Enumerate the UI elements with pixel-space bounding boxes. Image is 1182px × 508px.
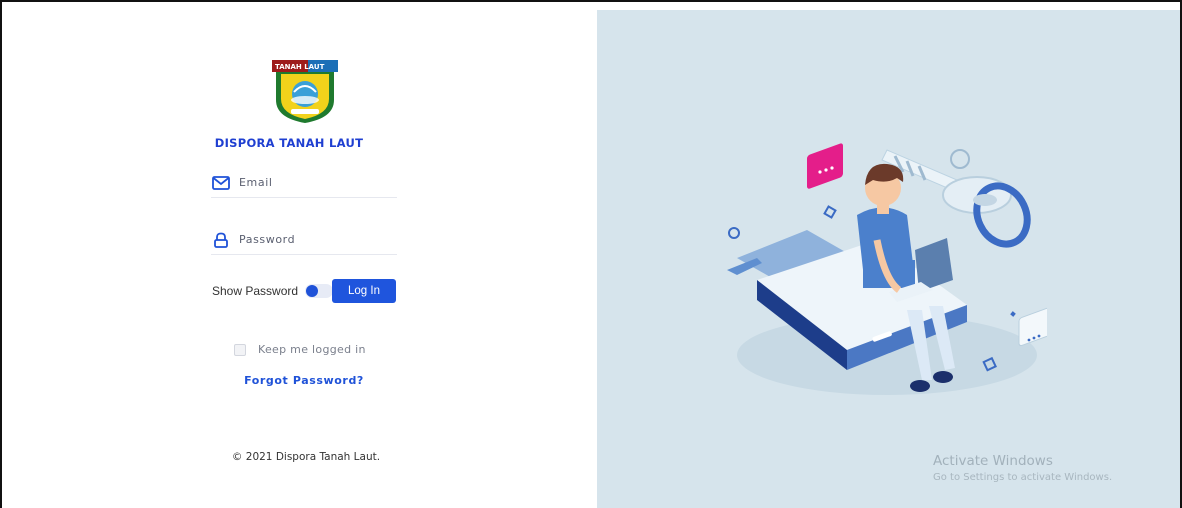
login-illustration [727, 143, 1047, 395]
illustration-panel: Activate Windows Go to Settings to activ… [597, 10, 1180, 508]
email-placeholder: Email [239, 176, 273, 189]
keep-logged-label: Keep me logged in [258, 343, 366, 356]
logo-emblem: TANAH LAUT [272, 60, 338, 123]
forgot-password-link[interactable]: Forgot Password? [201, 374, 407, 387]
login-button[interactable]: Log In [332, 279, 396, 303]
keep-logged-checkbox[interactable] [234, 343, 246, 356]
watermark-title: Activate Windows [933, 453, 1053, 469]
show-password-label: Show Password [212, 284, 299, 298]
keep-logged-row: Keep me logged in [234, 343, 366, 356]
password-placeholder: Password [239, 233, 296, 246]
copyright-text: © 2021 Dispora Tanah Laut. [231, 451, 381, 463]
activate-windows-watermark: Activate Windows Go to Settings to activ… [933, 453, 1112, 483]
show-password-toggle[interactable] [305, 284, 334, 298]
watermark-subtitle: Go to Settings to activate Windows. [933, 472, 1113, 483]
chat-bubble-white [1018, 305, 1047, 347]
brand-name: DISPORA TANAH LAUT [214, 136, 364, 150]
email-field[interactable]: Email [211, 168, 397, 198]
logo-text: TANAH LAUT [275, 63, 325, 71]
chat-bubble-pink [807, 143, 843, 189]
mail-icon [211, 174, 231, 192]
password-field[interactable]: Password [211, 225, 397, 255]
login-panel: TANAH LAUT DISPORA TANAH LAUT Email Pass… [2, 2, 597, 508]
toggle-knob [306, 285, 319, 297]
show-password-row: Show Password [212, 278, 334, 304]
lock-icon [211, 231, 231, 249]
